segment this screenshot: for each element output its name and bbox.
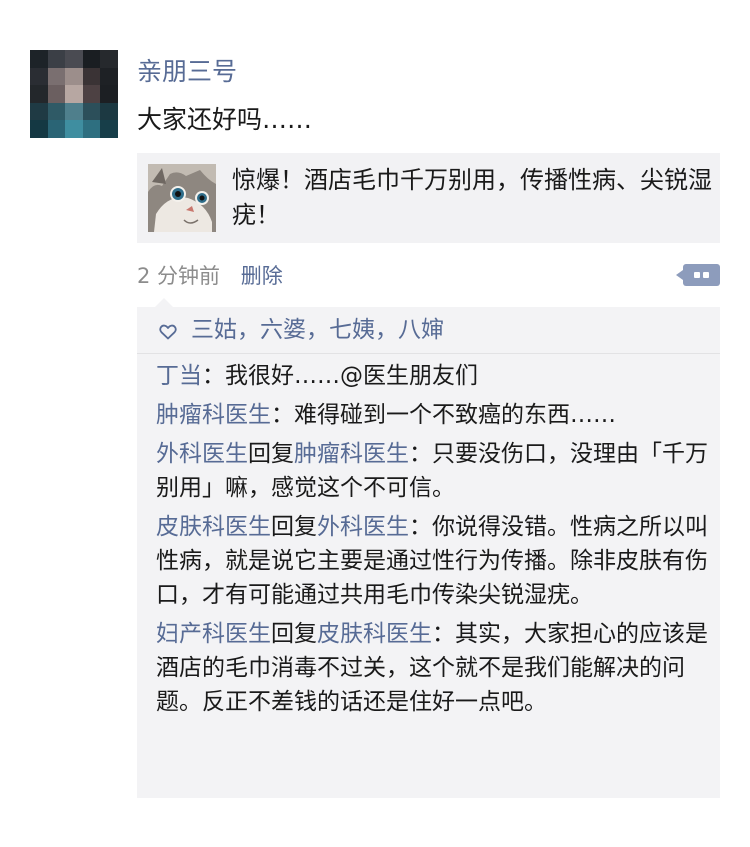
comment-author[interactable]: 皮肤科医生 — [156, 514, 271, 540]
comment-item[interactable]: 妇产科医生回复皮肤科医生：其实，大家担心的应该是酒店的毛巾消毒不过关，这个就不是… — [156, 617, 718, 719]
more-dot-icon — [694, 272, 700, 278]
like-names: 三姑，六婆，七姨，八婶 — [191, 307, 444, 354]
reply-word: 回复 — [271, 514, 317, 540]
avatar-pixel — [100, 102, 118, 121]
like-separator: ， — [306, 317, 329, 343]
like-separator: ， — [237, 317, 260, 343]
cat-thumbnail-icon — [148, 164, 216, 232]
avatar-pixel — [47, 67, 66, 86]
post-text: 大家还好吗…… — [137, 105, 313, 134]
heart-outline-icon — [159, 324, 177, 340]
avatar-pixel — [65, 50, 83, 68]
avatar-pixel — [30, 120, 48, 138]
avatar-pixel — [100, 50, 118, 68]
comment-like-button[interactable] — [676, 264, 720, 286]
like-user-name[interactable]: 六婆 — [260, 317, 306, 343]
avatar-pixel — [30, 67, 48, 86]
comment-text: 难得碰到一个不致癌的东西…… — [294, 402, 616, 428]
avatar-pixel — [65, 67, 83, 86]
like-user-name[interactable]: 七姨 — [329, 317, 375, 343]
avatar-pixel — [82, 102, 101, 121]
delete-button[interactable]: 删除 — [241, 264, 283, 288]
comment-author[interactable]: 丁当 — [156, 363, 202, 389]
feedback-panel: 三姑，六婆，七姨，八婶 丁当：我很好……@医生朋友们 肿瘤科医生：难得碰到一个不致… — [137, 298, 720, 798]
comment-author[interactable]: 外科医生 — [156, 441, 248, 467]
avatar-pixel — [100, 67, 118, 86]
avatar-pixel — [82, 120, 101, 138]
comment-item[interactable]: 丁当：我很好……@医生朋友们 — [156, 359, 718, 393]
link-thumbnail-cat-image — [148, 164, 216, 232]
avatar-pixel — [82, 67, 101, 86]
avatar-pixel — [47, 120, 66, 138]
reply-word: 回复 — [248, 441, 294, 467]
avatar-pixel — [100, 85, 118, 103]
likes-row: 三姑，六婆，七姨，八婶 — [137, 307, 720, 354]
comment-colon: ： — [409, 441, 432, 467]
avatar-pixel — [30, 85, 48, 103]
avatar[interactable] — [30, 50, 118, 138]
reply-target[interactable]: 皮肤科医生 — [317, 621, 432, 647]
avatar-pixel — [47, 102, 66, 121]
like-user-name[interactable]: 八婶 — [398, 317, 444, 343]
more-dot-icon — [703, 272, 709, 278]
comment-author[interactable]: 妇产科医生 — [156, 621, 271, 647]
reply-target[interactable]: 肿瘤科医生 — [294, 441, 409, 467]
post-author-name[interactable]: 亲朋三号 — [137, 54, 237, 90]
avatar-pixel — [30, 102, 48, 121]
like-user-name[interactable]: 三姑 — [191, 317, 237, 343]
avatar-pixel — [65, 102, 83, 121]
avatar-pixel — [82, 50, 101, 68]
comment-colon: ： — [432, 621, 455, 647]
avatar-pixel — [30, 50, 48, 68]
comment-text: 我很好……@医生朋友们 — [225, 363, 478, 389]
avatar-pixel — [47, 85, 66, 103]
comment-colon: ： — [409, 514, 432, 540]
avatar-pixel — [65, 120, 83, 138]
comment-item[interactable]: 肿瘤科医生：难得碰到一个不致癌的东西…… — [156, 398, 718, 432]
comment-item[interactable]: 皮肤科医生回复外科医生：你说得没错。性病之所以叫性病，就是说它主要是通过性行为传… — [156, 510, 718, 612]
shared-link-card[interactable]: 惊爆！酒店毛巾千万别用，传播性病、尖锐湿疣！ — [137, 153, 720, 243]
comment-item[interactable]: 外科医生回复肿瘤科医生：只要没伤口，没理由「千万别用」嘛，感觉这个不可信。 — [156, 437, 718, 505]
comment-author[interactable]: 肿瘤科医生 — [156, 402, 271, 428]
comment-colon: ： — [271, 402, 294, 428]
reply-word: 回复 — [271, 621, 317, 647]
comment-colon: ： — [202, 363, 225, 389]
link-title: 惊爆！酒店毛巾千万别用，传播性病、尖锐湿疣！ — [232, 166, 712, 229]
comment-list: 丁当：我很好……@医生朋友们 肿瘤科医生：难得碰到一个不致癌的东西…… 外科医生回复… — [156, 359, 718, 724]
avatar-pixel — [65, 85, 83, 103]
post-time: 2 分钟前 — [137, 264, 221, 288]
avatar-pixel — [47, 50, 66, 68]
like-separator: ， — [375, 317, 398, 343]
avatar-pixel — [100, 120, 118, 138]
avatar-pixel — [82, 85, 101, 103]
post-meta: 2 分钟前 删除 — [137, 260, 283, 292]
reply-target[interactable]: 外科医生 — [317, 514, 409, 540]
